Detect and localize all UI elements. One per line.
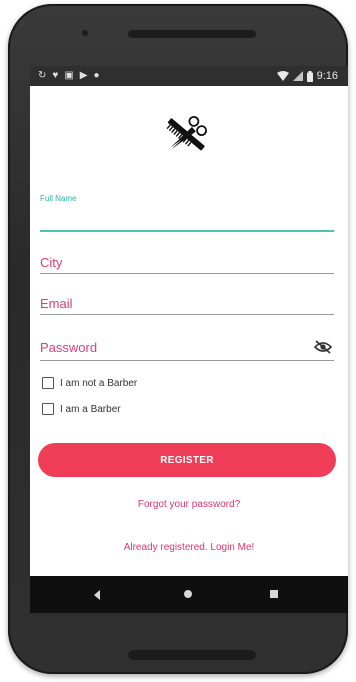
password-field[interactable]: Password xyxy=(40,336,334,362)
full-name-label: Full Name xyxy=(40,194,77,203)
app-screen: ↻ ♥ ▣ ▶ ● 9:16 Full Name City Email Pass… xyxy=(30,66,348,613)
city-placeholder: City xyxy=(40,255,63,270)
status-bar: ↻ ♥ ▣ ▶ ● 9:16 xyxy=(30,66,348,86)
checkbox-box[interactable] xyxy=(42,377,54,389)
checkbox-label: I am a Barber xyxy=(60,403,121,415)
recents-icon[interactable] xyxy=(270,590,278,598)
password-placeholder: Password xyxy=(40,340,98,355)
navigation-bar xyxy=(30,576,348,613)
gallery-icon: ▣ xyxy=(64,70,74,81)
password-underline xyxy=(40,360,334,361)
scissors-comb-icon xyxy=(166,116,207,151)
home-icon[interactable] xyxy=(184,590,192,598)
login-link[interactable]: Already registered. Login Me! xyxy=(30,542,348,553)
checkbox-label: I am not a Barber xyxy=(60,377,138,389)
city-underline xyxy=(40,273,334,274)
email-placeholder: Email xyxy=(40,296,73,311)
heart-icon: ♥ xyxy=(52,70,59,81)
system-icons: 9:16 xyxy=(276,69,338,83)
earpiece-speaker xyxy=(128,30,256,38)
full-name-underline xyxy=(40,230,334,232)
email-field[interactable]: Email xyxy=(40,293,334,317)
checkbox-box[interactable] xyxy=(42,403,54,415)
checkbox-barber[interactable]: I am a Barber xyxy=(42,403,121,415)
signal-icon xyxy=(292,71,303,81)
bottom-speaker xyxy=(128,650,256,660)
checkbox-not-barber[interactable]: I am not a Barber xyxy=(42,377,137,389)
play-icon: ▶ xyxy=(79,70,88,81)
front-camera xyxy=(82,30,88,36)
eye-off-icon[interactable] xyxy=(314,340,332,354)
wifi-icon xyxy=(276,71,289,81)
forgot-password-link[interactable]: Forgot your password? xyxy=(30,499,348,510)
full-name-field[interactable]: Full Name xyxy=(40,194,334,234)
email-underline xyxy=(40,314,334,315)
circle-icon: ● xyxy=(93,70,100,81)
sync-icon: ↻ xyxy=(38,70,47,81)
battery-icon xyxy=(306,70,313,82)
register-button[interactable]: REGISTER xyxy=(38,443,336,477)
city-field[interactable]: City xyxy=(40,252,334,276)
back-icon[interactable] xyxy=(94,590,100,600)
clock: 9:16 xyxy=(316,70,338,82)
notification-icons: ↻ ♥ ▣ ▶ ● xyxy=(38,69,100,83)
